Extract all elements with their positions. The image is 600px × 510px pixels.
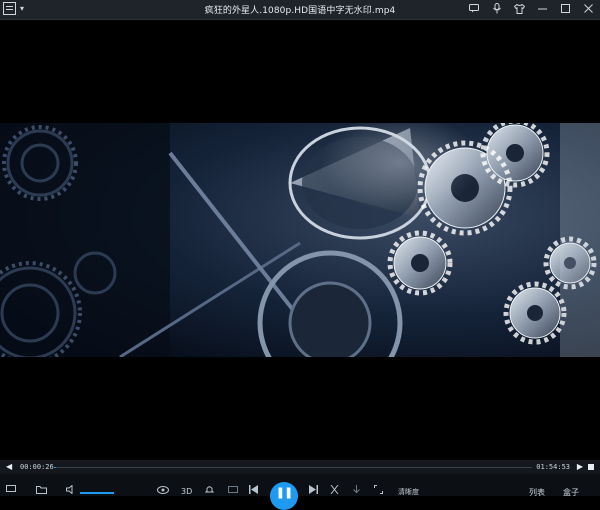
minimize-icon[interactable] [537, 3, 548, 14]
maximize-icon[interactable] [560, 3, 571, 14]
fullscreen-icon[interactable] [374, 485, 383, 497]
previous-frame-button[interactable]: ◀ [6, 462, 12, 471]
pause-button[interactable]: ❚❚ [270, 482, 298, 510]
playlist-button[interactable]: 列表 [529, 487, 545, 498]
close-icon[interactable] [583, 3, 594, 14]
next-frame-button[interactable]: ▶ [577, 462, 583, 471]
shirt-icon[interactable] [514, 3, 525, 14]
seek-bar: ◀ 00:00:26 01:54:53 ▶ [0, 460, 600, 474]
download-icon[interactable] [352, 485, 361, 497]
control-bar: 3D ❚❚ 清晰度 列表 盒子 [0, 474, 600, 510]
previous-track-icon[interactable] [249, 485, 258, 497]
total-time: 01:54:53 [536, 463, 570, 471]
volume-icon[interactable] [66, 484, 75, 497]
eye-icon[interactable] [157, 485, 169, 497]
stop-icon[interactable] [588, 464, 594, 470]
volume-slider[interactable] [80, 492, 114, 494]
next-track-icon[interactable] [309, 485, 318, 497]
progress-track[interactable] [54, 467, 532, 468]
bell-icon[interactable] [204, 485, 215, 497]
pause-icon: ❚❚ [275, 486, 293, 499]
screen-icon[interactable] [6, 485, 16, 497]
chat-icon[interactable] [468, 3, 479, 14]
folder-icon[interactable] [36, 485, 47, 497]
progress-fill [54, 467, 56, 468]
3d-button[interactable]: 3D [181, 487, 192, 496]
box-button[interactable]: 盒子 [563, 487, 579, 498]
video-image [0, 123, 600, 357]
scissors-icon[interactable] [330, 484, 339, 497]
microphone-icon[interactable] [491, 3, 502, 14]
video-frame[interactable] [0, 123, 600, 357]
current-time: 00:00:26 [20, 463, 54, 471]
title-bar: ▾ 疯狂的外星人.1080p.HD国语中字无水印.mp4 [0, 0, 600, 20]
cast-icon[interactable] [228, 485, 238, 497]
